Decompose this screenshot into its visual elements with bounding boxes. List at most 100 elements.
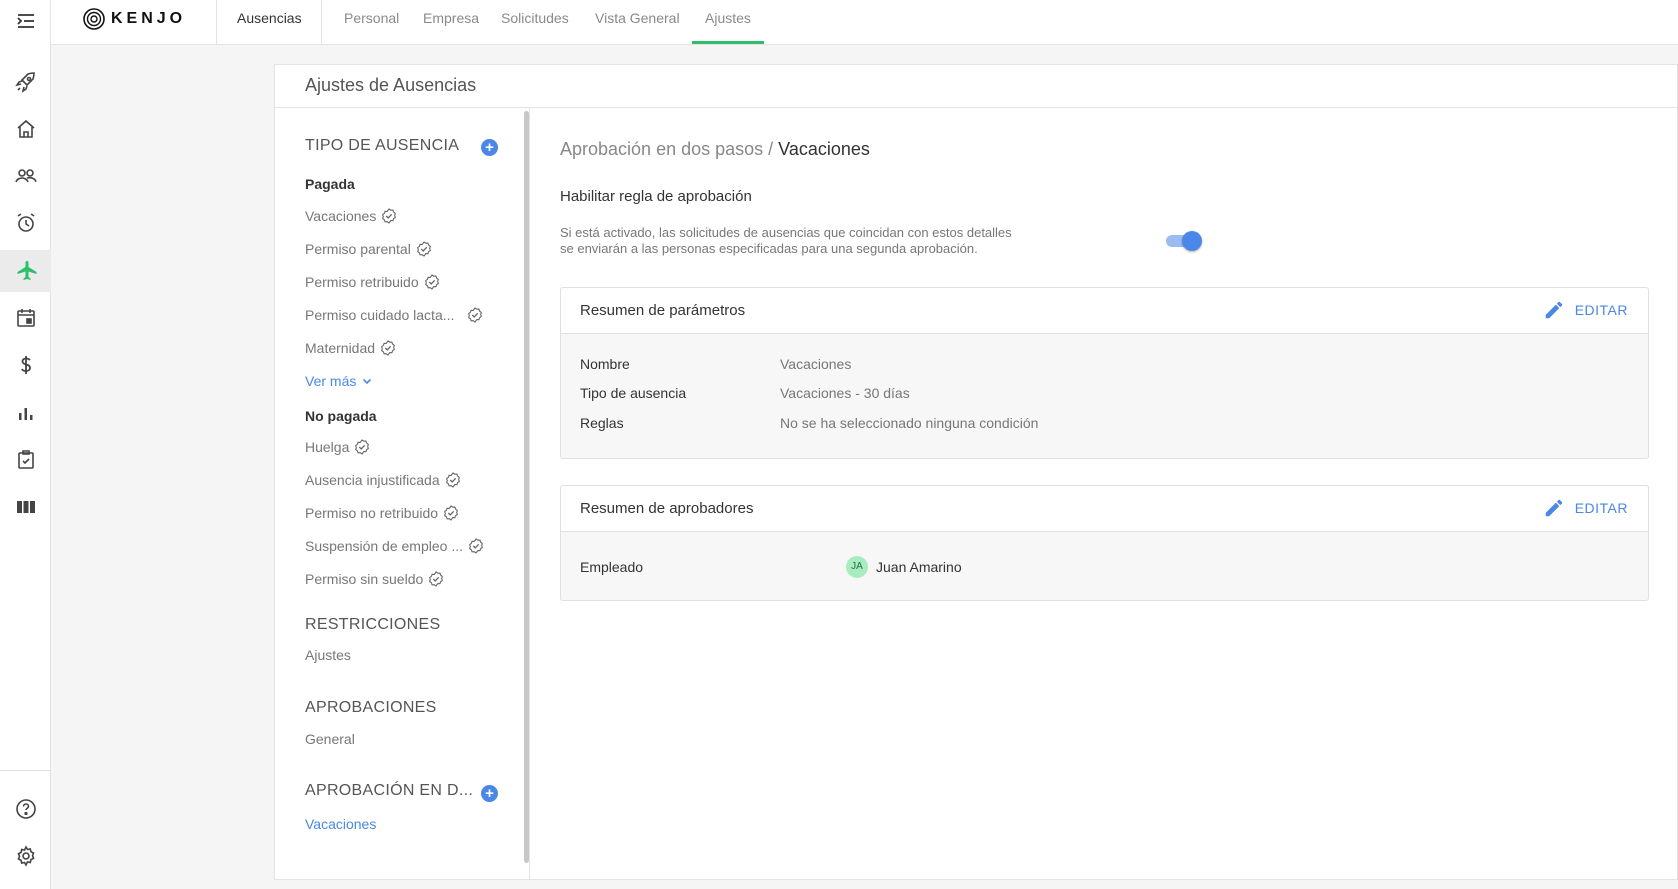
- add-absence-type-button[interactable]: +: [481, 139, 498, 156]
- edit-approvers-button[interactable]: EDITAR: [1543, 497, 1628, 519]
- pencil-icon: [1545, 301, 1562, 319]
- logo-text: KENJO: [111, 10, 187, 27]
- verified-icon: [382, 208, 397, 224]
- approvers-summary: Resumen de aprobadores EDITAR Empleado J…: [560, 485, 1649, 601]
- parameters-summary: Resumen de parámetros EDITAR Nombre Vaca…: [560, 287, 1649, 459]
- absence-type-label: Ausencia injustificada: [305, 472, 440, 488]
- avatar: JA: [846, 556, 868, 578]
- group-pagada: Pagada: [305, 176, 355, 192]
- topbar-divider: [321, 0, 322, 44]
- card-title: Ajustes de Ausencias: [275, 65, 1677, 108]
- verified-icon: [469, 538, 483, 554]
- absence-type-item[interactable]: Permiso retribuido: [305, 274, 440, 290]
- help-icon[interactable]: [0, 788, 51, 830]
- absence-type-label: Suspensión de empleo ...: [305, 538, 463, 554]
- gear-icon[interactable]: [0, 835, 51, 877]
- absence-type-label: Permiso no retribuido: [305, 505, 439, 521]
- breadcrumb-parent[interactable]: Aprobación en dos pasos /: [560, 139, 773, 159]
- approvers-summary-title: Resumen de aprobadores: [580, 500, 754, 517]
- group-no-pagada: No pagada: [305, 408, 377, 424]
- breadcrumb: Aprobación en dos pasos / Vacaciones: [560, 139, 870, 160]
- absence-type-label: Permiso sin sueldo: [305, 571, 424, 587]
- aprobaciones-header: APROBACIONES: [305, 699, 437, 716]
- enable-rule-toggle[interactable]: [1166, 231, 1202, 251]
- absence-type-label: Permiso parental: [305, 241, 411, 257]
- airplane-icon[interactable]: [0, 250, 51, 292]
- param-key-reglas: Reglas: [580, 415, 624, 431]
- restricciones-header: RESTRICCIONES: [305, 616, 441, 633]
- tab-ajustes[interactable]: Ajustes: [705, 10, 751, 26]
- rocket-icon[interactable]: [0, 61, 51, 103]
- absence-type-label: Permiso cuidado lacta...: [305, 307, 455, 323]
- active-tab-indicator: [692, 41, 764, 44]
- absence-type-label: Maternidad: [305, 340, 376, 356]
- aprobaciones-general-link[interactable]: General: [305, 731, 355, 747]
- param-key-nombre: Nombre: [580, 356, 630, 372]
- pencil-icon: [1545, 499, 1562, 517]
- absence-type-item[interactable]: Suspensión de empleo ...: [305, 538, 484, 554]
- absence-type-item[interactable]: Huelga: [305, 439, 370, 455]
- settings-card: Ajustes de Ausencias TIPO DE AUSENCIA + …: [274, 64, 1678, 880]
- panel-scrollbar[interactable]: [524, 111, 529, 863]
- approvers-summary-header: Resumen de aprobadores EDITAR: [561, 486, 1648, 532]
- tab-personal[interactable]: Personal: [344, 10, 399, 26]
- param-value-reglas: No se ha seleccionado ninguna condición: [780, 415, 1039, 431]
- tab-solicitudes[interactable]: Solicitudes: [501, 10, 569, 26]
- parameters-summary-title: Resumen de parámetros: [580, 302, 746, 319]
- absence-type-item[interactable]: Permiso no retribuido: [305, 505, 459, 521]
- tab-vista-general[interactable]: Vista General: [595, 10, 680, 26]
- people-icon[interactable]: [0, 155, 51, 197]
- verified-icon: [444, 505, 458, 521]
- aprobacion-dos-pasos-header: APROBACIÓN EN D...: [305, 782, 474, 799]
- approver-name: Juan Amarino: [876, 559, 962, 575]
- parameters-summary-header: Resumen de parámetros EDITAR: [561, 288, 1648, 334]
- edit-label: EDITAR: [1574, 500, 1628, 516]
- checklist-icon[interactable]: [0, 439, 51, 481]
- two-step-rule-vacaciones-link[interactable]: Vacaciones: [305, 816, 376, 832]
- absence-types-panel: TIPO DE AUSENCIA + Pagada Vacaciones Per…: [275, 108, 530, 879]
- fingerprint-icon: [83, 8, 105, 30]
- calendar-icon[interactable]: [0, 297, 51, 339]
- home-icon[interactable]: [0, 108, 51, 150]
- restricciones-ajustes-link[interactable]: Ajustes: [305, 647, 351, 663]
- description-line: se enviarán a las personas especificadas…: [560, 241, 978, 256]
- breadcrumb-current: Vacaciones: [778, 139, 870, 159]
- verified-icon: [445, 472, 460, 488]
- absence-type-item[interactable]: Permiso parental: [305, 241, 432, 257]
- ver-mas-label: Ver más: [305, 373, 357, 389]
- absence-type-item[interactable]: Maternidad: [305, 340, 396, 356]
- absence-type-item[interactable]: Vacaciones: [305, 208, 397, 224]
- columns-icon[interactable]: [0, 486, 51, 528]
- edit-label: EDITAR: [1574, 302, 1628, 318]
- absence-type-item[interactable]: Permiso cuidado lacta...: [305, 307, 483, 323]
- verified-icon: [468, 307, 483, 323]
- verified-icon: [429, 571, 444, 587]
- dollar-icon[interactable]: [0, 344, 51, 386]
- absence-type-label: Huelga: [305, 439, 350, 455]
- kenjo-logo[interactable]: KENJO: [83, 8, 186, 30]
- verified-icon: [381, 340, 395, 356]
- absence-type-item[interactable]: Permiso sin sueldo: [305, 571, 444, 587]
- alarm-icon[interactable]: [0, 202, 51, 244]
- top-bar: KENJO Ausencias Personal Empresa Solicit…: [51, 0, 1678, 45]
- add-two-step-rule-button[interactable]: +: [481, 785, 498, 802]
- chevron-down-icon: [363, 378, 372, 385]
- bar-chart-icon[interactable]: [0, 392, 51, 434]
- enable-rule-description: Si está activado, las solicitudes de aus…: [560, 225, 1120, 257]
- absence-type-item[interactable]: Ausencia injustificada: [305, 472, 461, 488]
- edit-parameters-button[interactable]: EDITAR: [1543, 299, 1628, 321]
- section-title-ausencias[interactable]: Ausencias: [237, 10, 302, 26]
- verified-icon: [416, 241, 431, 257]
- left-rail: [0, 0, 51, 889]
- verified-icon: [355, 439, 370, 455]
- ver-mas-link[interactable]: Ver más: [305, 373, 373, 389]
- param-value-tipo: Vacaciones - 30 días: [780, 385, 910, 401]
- param-key-tipo: Tipo de ausencia: [580, 385, 687, 401]
- verified-icon: [424, 274, 439, 290]
- menu-icon[interactable]: [0, 0, 51, 42]
- tab-empresa[interactable]: Empresa: [423, 10, 479, 26]
- absence-type-label: Permiso retribuido: [305, 274, 419, 290]
- toggle-knob: [1182, 231, 1202, 251]
- enable-rule-title: Habilitar regla de aprobación: [560, 188, 752, 205]
- approver-role: Empleado: [580, 559, 644, 575]
